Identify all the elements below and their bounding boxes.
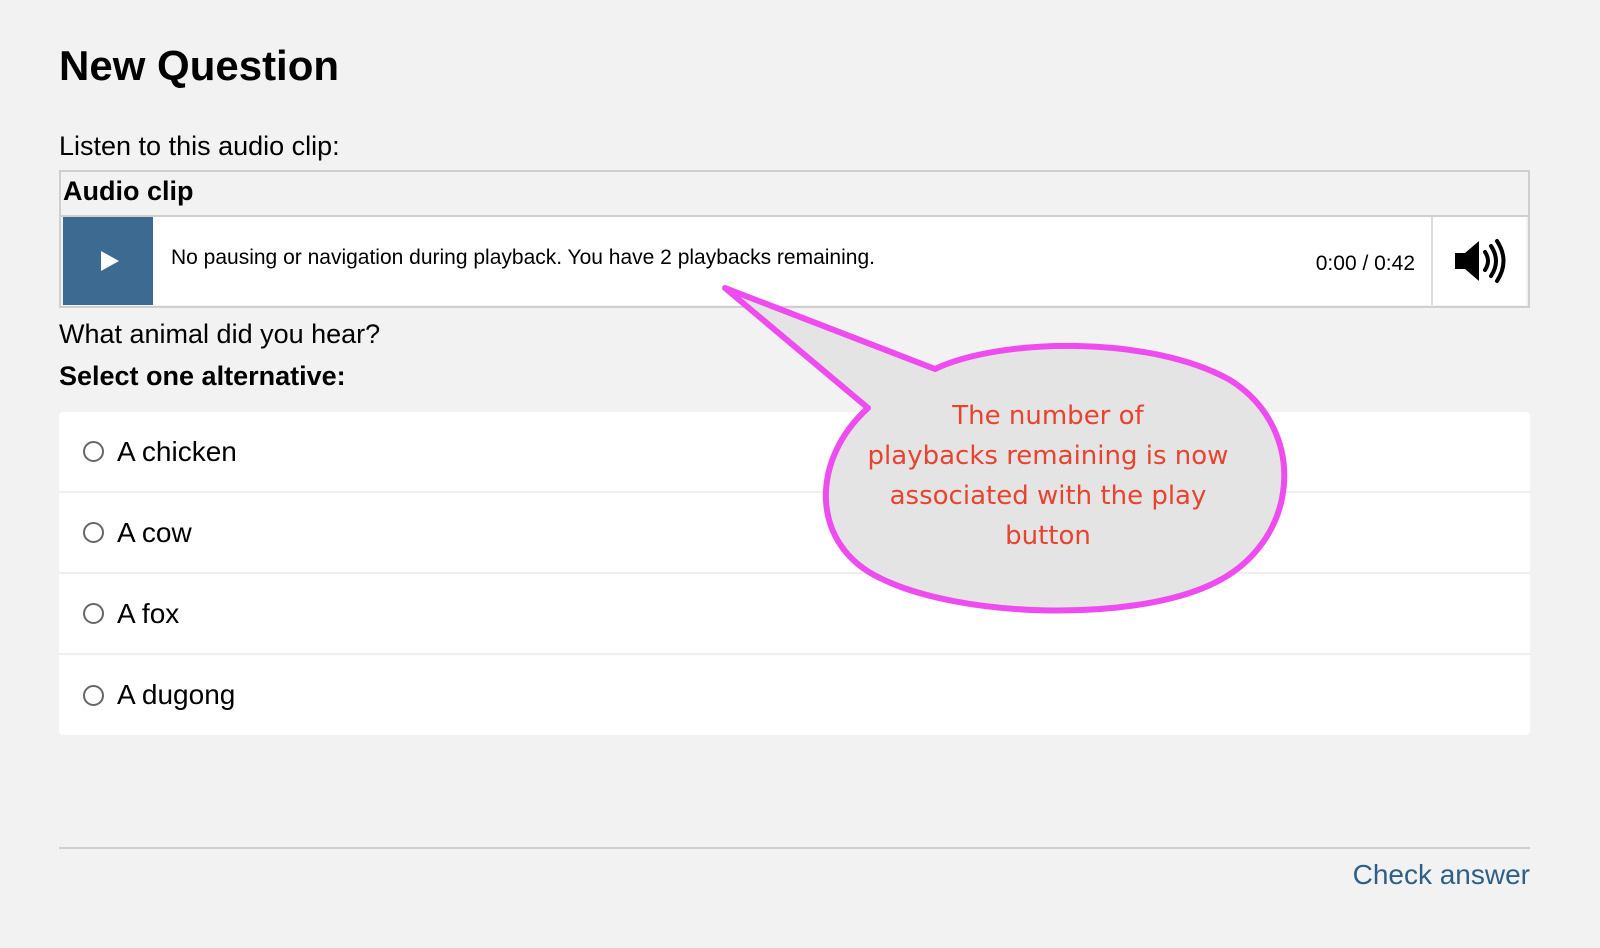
answer-option-fox[interactable]: A fox	[59, 574, 1530, 655]
audio-clip-header: Audio clip	[61, 172, 1528, 217]
question-text: What animal did you hear?	[59, 319, 381, 349]
playback-status-message: No pausing or navigation during playback…	[171, 246, 875, 269]
play-button[interactable]	[63, 217, 153, 305]
answer-option-cow[interactable]: A cow	[59, 493, 1530, 574]
check-answer-link[interactable]: Check answer	[1353, 859, 1530, 891]
page-title: New Question	[59, 42, 340, 89]
audio-player: No pausing or navigation during playback…	[63, 217, 1526, 305]
speaker-volume-icon	[1454, 239, 1505, 283]
audio-clip-panel: Audio clip No pausing or navigation duri…	[59, 170, 1530, 308]
play-icon	[101, 251, 119, 271]
select-instruction: Select one alternative:	[59, 361, 346, 391]
radio-button[interactable]	[83, 441, 104, 462]
option-label: A chicken	[117, 435, 237, 467]
time-readout: 0:00 / 0:42	[1315, 252, 1415, 275]
answer-options-list: A chicken A cow A fox A dugong	[59, 412, 1530, 735]
option-label: A fox	[117, 597, 180, 629]
footer-divider	[59, 847, 1530, 849]
answer-option-chicken[interactable]: A chicken	[59, 412, 1530, 493]
volume-button[interactable]	[1431, 217, 1526, 305]
option-label: A dugong	[117, 679, 236, 710]
radio-button[interactable]	[83, 603, 104, 624]
radio-button[interactable]	[83, 522, 104, 543]
radio-button[interactable]	[83, 684, 104, 706]
answer-option-dugong[interactable]: A dugong	[59, 655, 1530, 735]
question-page: New Question Listen to this audio clip: …	[0, 0, 1600, 948]
audio-intro-text: Listen to this audio clip:	[59, 131, 340, 161]
option-label: A cow	[117, 516, 192, 548]
